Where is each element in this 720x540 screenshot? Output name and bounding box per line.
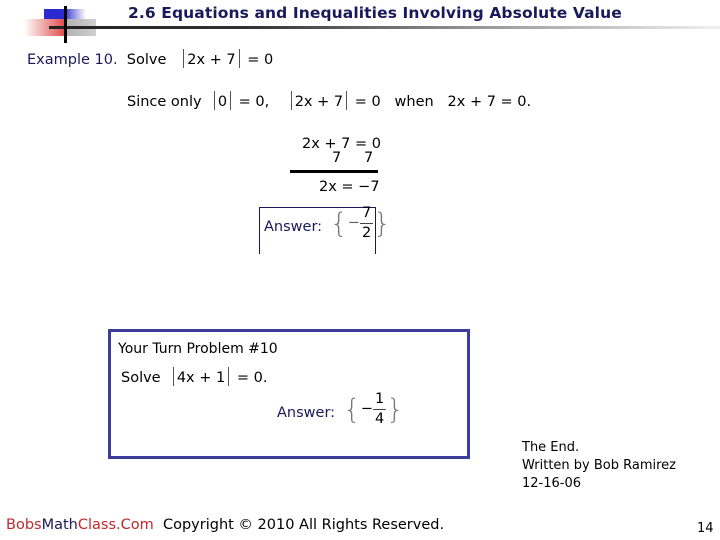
right-brace-icon: } bbox=[386, 392, 405, 426]
abs-bar-left bbox=[183, 49, 185, 68]
answer-numerator: 1 bbox=[372, 392, 387, 410]
work-line-3: 2x = −7 bbox=[319, 179, 380, 195]
end-note-line-1: The End. bbox=[522, 440, 580, 455]
answer-denominator: 2 bbox=[361, 224, 372, 241]
your-turn-answer-value: {− 1 4} bbox=[343, 392, 404, 426]
since-abs-expr: 2x + 7 bbox=[294, 94, 344, 110]
abs-bar-left bbox=[172, 367, 174, 386]
slide-title: 2.6 Equations and Inequalities Involving… bbox=[128, 4, 622, 22]
answer-fraction: 14 bbox=[372, 392, 387, 427]
when-text: when bbox=[394, 94, 434, 110]
your-turn-solve-label: Solve bbox=[121, 370, 161, 386]
answer-fraction: 72 bbox=[359, 206, 374, 241]
end-note-author: Written by Bob Ramirez bbox=[522, 458, 676, 473]
answer-denominator: 4 bbox=[374, 410, 385, 427]
your-turn-answer-label: Answer: bbox=[277, 405, 336, 421]
page-number: 14 bbox=[697, 521, 714, 536]
since-abs-zero: 0 bbox=[217, 94, 228, 110]
example-equation-abs: 2x + 7 bbox=[187, 52, 236, 68]
since-text: Since only bbox=[127, 94, 202, 110]
answer-numerator: 7 bbox=[359, 206, 374, 224]
end-note-date: 12-16-06 bbox=[522, 476, 582, 491]
since-statement: Since only 0 = 0, 2x + 7 = 0 when 2x + 7… bbox=[127, 91, 531, 110]
solve-label: Solve bbox=[126, 52, 167, 68]
when-equation: 2x + 7 = 0. bbox=[447, 94, 532, 110]
abs-bar-left bbox=[290, 91, 292, 110]
abs-bar-left bbox=[213, 91, 215, 110]
footer-copyright: Copyright © 2010 All Rights Reserved. bbox=[162, 517, 445, 533]
example-answer-value: {− 7 2} bbox=[330, 206, 391, 240]
abs-bar-right bbox=[228, 367, 230, 386]
example-equation-rhs: = 0 bbox=[247, 52, 274, 68]
footer-brand-bobs: Bobs bbox=[6, 517, 42, 533]
footer-brand-class: Class.Com bbox=[77, 517, 154, 533]
right-brace-icon: } bbox=[373, 206, 392, 240]
work-divider bbox=[290, 170, 378, 173]
since-eq-zero2: = 0 bbox=[354, 94, 381, 110]
footer-brand-math: Math bbox=[41, 517, 78, 533]
abs-bar-right bbox=[230, 91, 232, 110]
left-brace-icon: { bbox=[330, 206, 348, 240]
answer-sign: − bbox=[360, 401, 373, 417]
work-line-2-right: 7 bbox=[364, 150, 374, 166]
your-turn-equation-abs: 4x + 1 bbox=[176, 370, 226, 386]
example-statement: Example 10. Solve 2x + 7 = 0 bbox=[27, 49, 273, 68]
your-turn-problem: Solve 4x + 1 = 0. bbox=[121, 367, 267, 386]
end-note: The End. Written by Bob Ramirez 12-16-06 bbox=[522, 439, 676, 493]
footer: BobsMathClass.Com Copyright © 2010 All R… bbox=[6, 517, 444, 533]
left-brace-icon: { bbox=[343, 392, 361, 426]
since-eq-zero: = 0, bbox=[238, 94, 270, 110]
abs-bar-right bbox=[238, 49, 240, 68]
abs-bar-right bbox=[346, 91, 348, 110]
your-turn-equation-rhs: = 0. bbox=[236, 370, 268, 386]
work-line-2-left: 7 bbox=[332, 150, 342, 166]
answer-sign: − bbox=[347, 215, 360, 231]
example-label: Example 10. bbox=[27, 52, 118, 68]
header-decoration-vline bbox=[64, 6, 67, 43]
your-turn-heading: Your Turn Problem #10 bbox=[118, 341, 278, 357]
example-answer-label: Answer: bbox=[264, 219, 323, 235]
header-underline bbox=[49, 26, 720, 29]
